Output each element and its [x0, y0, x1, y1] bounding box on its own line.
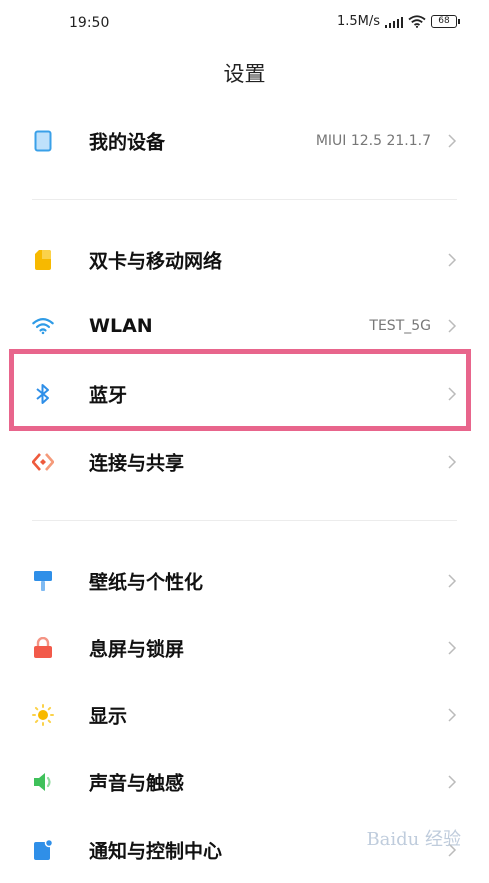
- chevron-right-icon: [448, 574, 457, 588]
- wifi-icon: [32, 315, 54, 337]
- setting-label: 通知与控制中心: [89, 840, 223, 863]
- setting-row-lock-screen[interactable]: 息屏与锁屏: [0, 615, 489, 681]
- setting-label: 声音与触感: [89, 772, 185, 795]
- setting-row-my-device[interactable]: 我的设备 MIUI 12.5 21.1.7: [0, 108, 489, 174]
- wifi-status-icon: [408, 15, 426, 28]
- speaker-icon: [32, 771, 54, 793]
- setting-label: 显示: [89, 705, 128, 728]
- chevron-right-icon: [448, 641, 457, 655]
- status-time: 19:50: [69, 15, 110, 31]
- chevron-right-icon: [448, 708, 457, 722]
- chevron-right-icon: [448, 134, 457, 148]
- setting-value: MIUI 12.5 21.1.7: [315, 133, 431, 149]
- setting-label: 壁纸与个性化: [89, 571, 204, 594]
- notification-icon: [32, 839, 54, 861]
- setting-row-connection-sharing[interactable]: 连接与共享: [0, 429, 489, 495]
- setting-label: 连接与共享: [89, 452, 185, 475]
- section-divider: [32, 199, 457, 200]
- status-indicators: 1.5M/s 68: [336, 14, 460, 29]
- setting-label: WLAN: [89, 315, 153, 337]
- sun-icon: [32, 704, 54, 726]
- section-divider: [32, 520, 457, 521]
- setting-value: TEST_5G: [369, 318, 431, 334]
- connection-share-icon: [32, 451, 54, 473]
- setting-label: 我的设备: [89, 131, 166, 154]
- chevron-right-icon: [448, 319, 457, 333]
- page-title: 设置: [223, 62, 266, 86]
- setting-row-display[interactable]: 显示: [0, 682, 489, 748]
- chevron-right-icon: [448, 455, 457, 469]
- paint-roller-icon: [32, 570, 54, 592]
- signal-icon: [385, 16, 403, 28]
- battery-icon: 68: [431, 15, 460, 28]
- lock-icon: [32, 637, 54, 659]
- status-bar: 19:50 1.5M/s 68: [0, 0, 489, 46]
- setting-row-sim-network[interactable]: 双卡与移动网络: [0, 227, 489, 293]
- highlight-frame: [9, 349, 471, 431]
- setting-row-wallpaper[interactable]: 壁纸与个性化: [0, 548, 489, 614]
- watermark: Baidu 经验: [366, 829, 461, 850]
- sim-card-icon: [32, 249, 54, 271]
- chevron-right-icon: [448, 253, 457, 267]
- network-speed: 1.5M/s: [336, 14, 380, 29]
- chevron-right-icon: [448, 775, 457, 789]
- setting-label: 双卡与移动网络: [89, 250, 223, 273]
- phone-device-icon: [32, 130, 54, 152]
- setting-label: 息屏与锁屏: [89, 638, 185, 661]
- setting-row-sound[interactable]: 声音与触感: [0, 749, 489, 815]
